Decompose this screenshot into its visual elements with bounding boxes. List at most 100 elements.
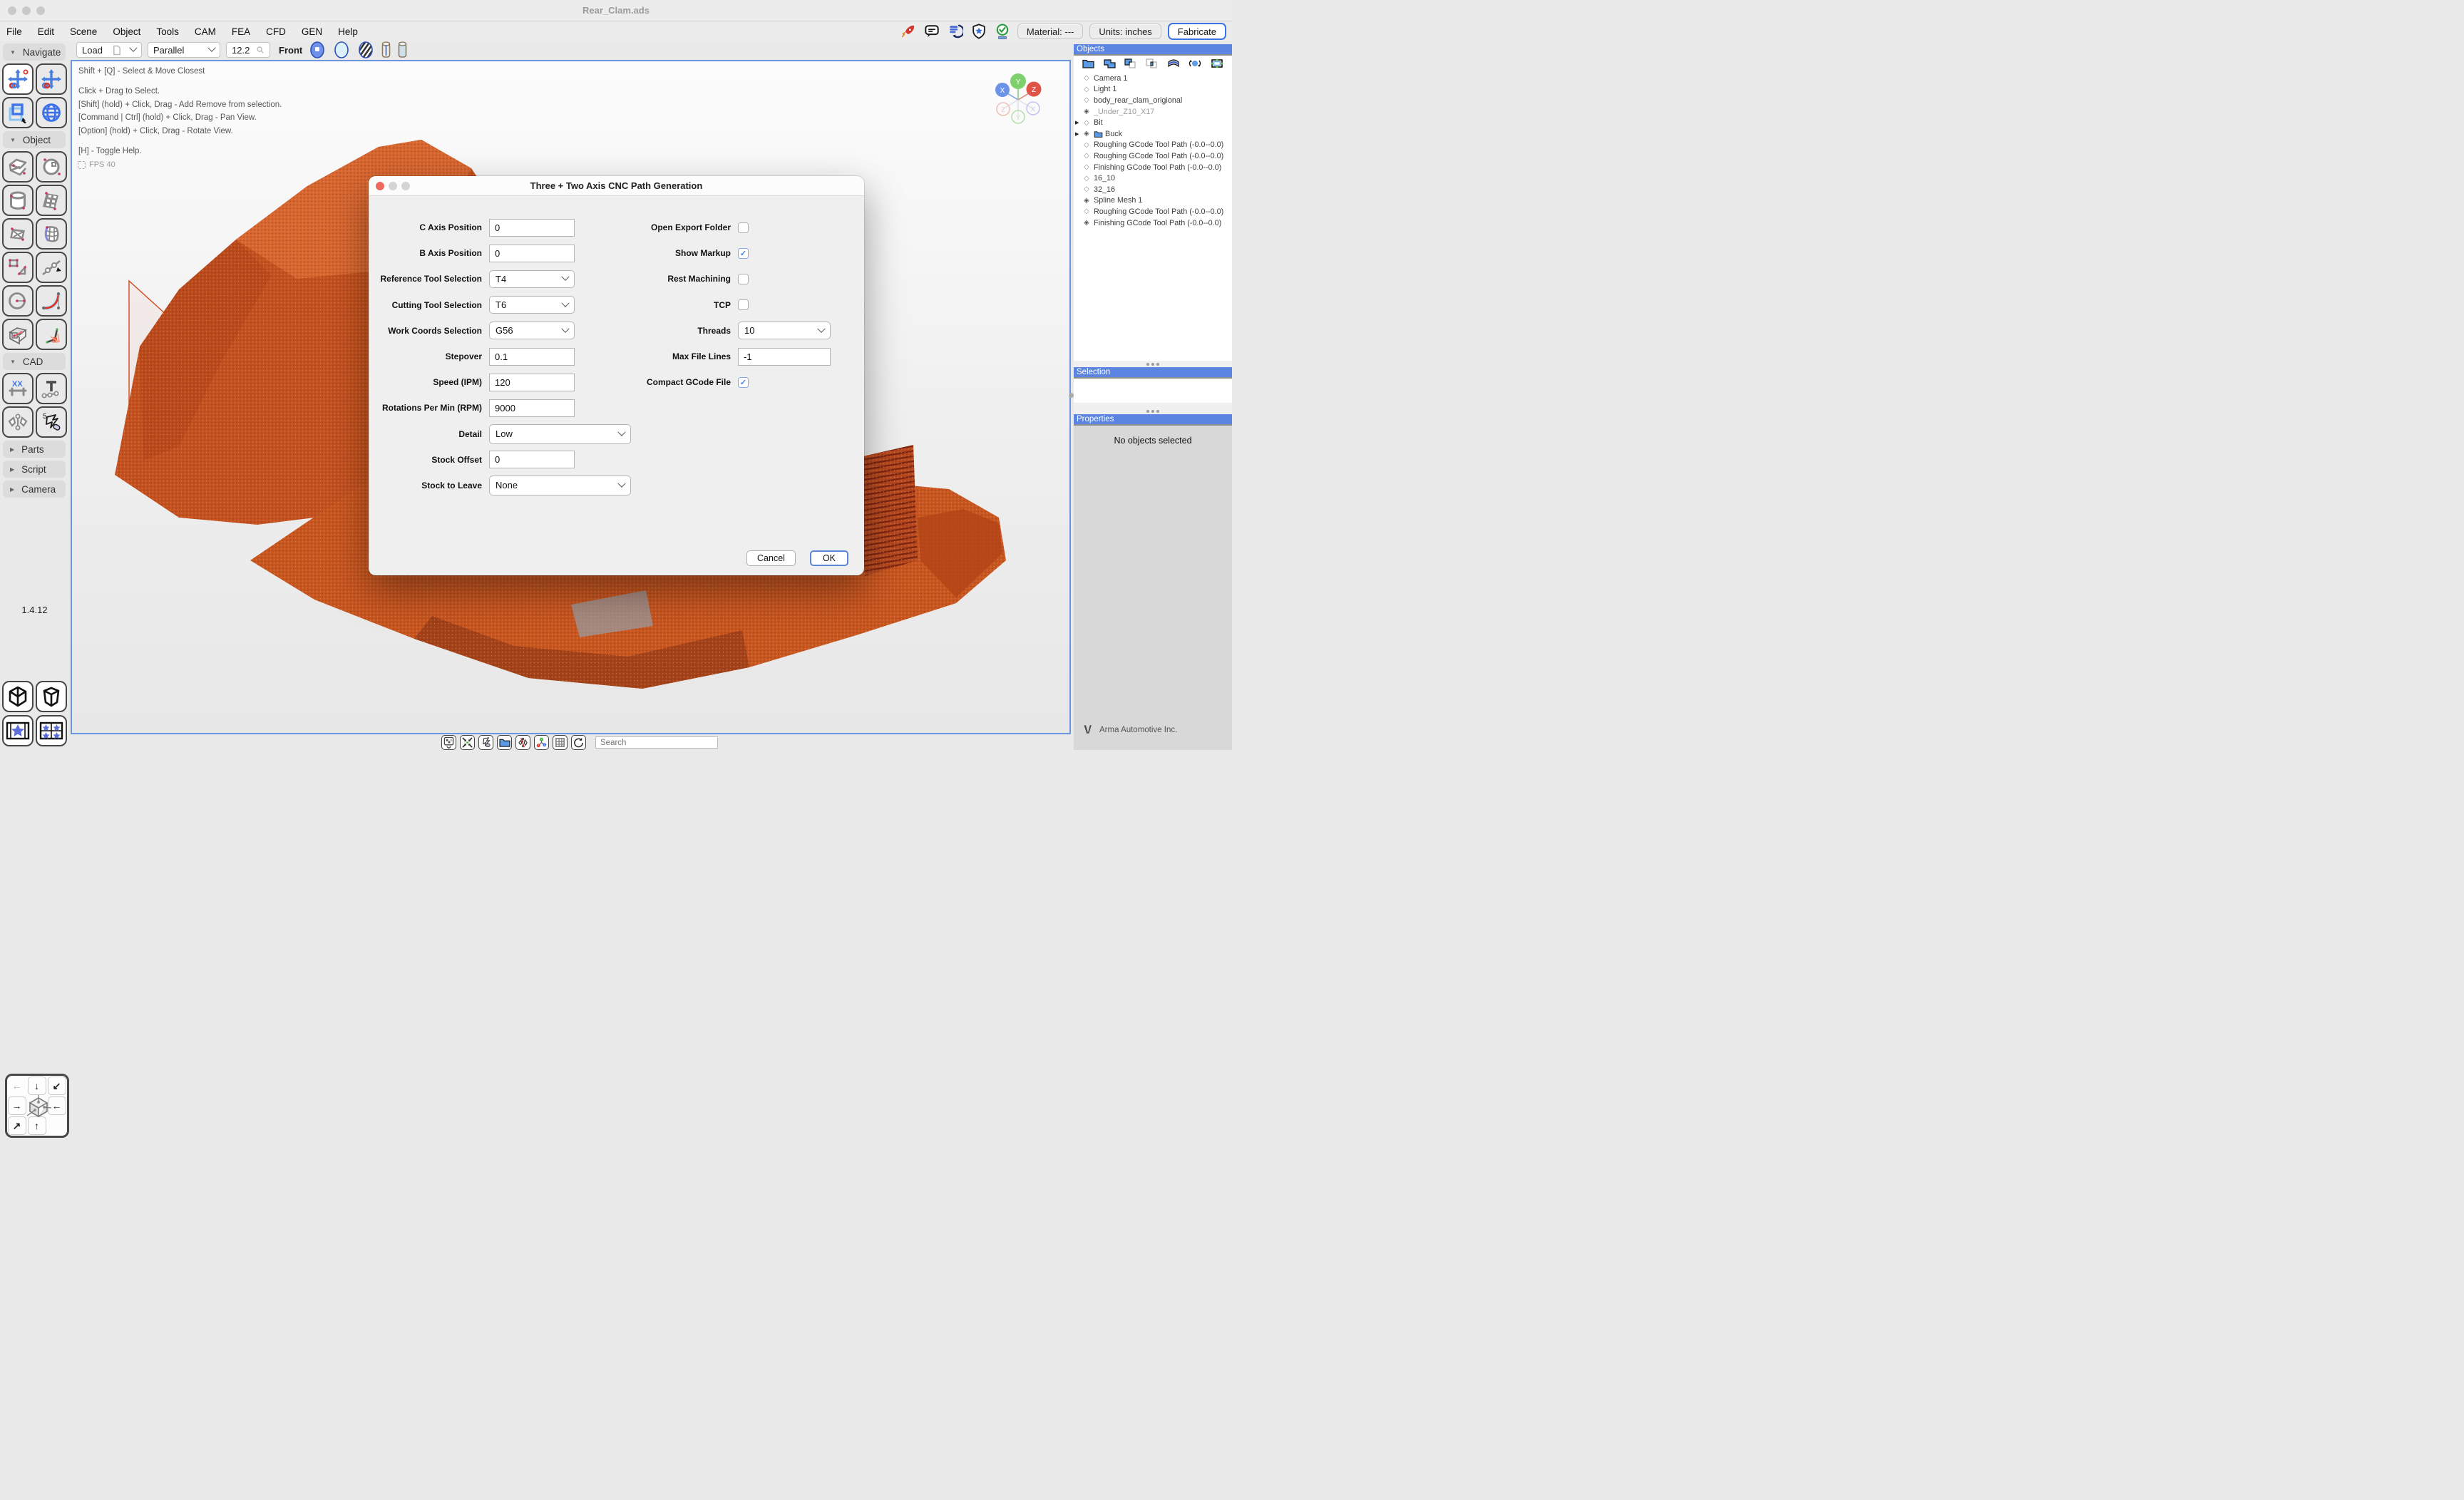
wireframe-view-icon[interactable]: [332, 41, 351, 59]
menu-cam[interactable]: CAM: [187, 26, 224, 37]
polyline-tool[interactable]: [2, 252, 34, 283]
tree-item-roughing-2[interactable]: ◇Roughing GCode Tool Path (-0.0--0.0): [1074, 150, 1232, 162]
sketch-mouse-icon[interactable]: [478, 735, 493, 750]
cancel-button[interactable]: Cancel: [746, 550, 796, 566]
menu-tools[interactable]: Tools: [148, 26, 187, 37]
menu-file[interactable]: File: [0, 26, 30, 37]
expand-arrow-icon[interactable]: ▶: [1075, 131, 1079, 137]
plane-tool[interactable]: [2, 218, 34, 250]
menu-object[interactable]: Object: [105, 26, 148, 37]
rpm-input[interactable]: [489, 399, 575, 417]
view-cube-icon[interactable]: [24, 1093, 53, 1125]
selection-panel-header[interactable]: Selection: [1074, 367, 1232, 379]
section-parts[interactable]: ▶Parts: [3, 441, 66, 458]
properties-panel-header[interactable]: Properties: [1074, 414, 1232, 426]
section-navigate[interactable]: ▼Navigate: [3, 43, 66, 61]
expand-arrow-icon[interactable]: ▶: [1075, 120, 1079, 125]
cad-joint-tool[interactable]: [36, 373, 67, 404]
selection-splitter[interactable]: [1074, 361, 1232, 367]
dialog-zoom-icon[interactable]: [401, 182, 410, 190]
zoom-field[interactable]: 12.2: [226, 42, 270, 58]
boolean-intersect-icon[interactable]: [1146, 58, 1158, 68]
section-camera[interactable]: ▶Camera: [3, 481, 66, 498]
tree-item-finishing-1[interactable]: ◇Finishing GCode Tool Path (-0.0--0.0): [1074, 162, 1232, 173]
objects-panel-header[interactable]: Objects: [1074, 44, 1232, 56]
tree-item-16-10[interactable]: ◇16_10: [1074, 173, 1232, 184]
point-light-tool[interactable]: [36, 319, 67, 350]
show-markup-checkbox[interactable]: ✓: [738, 248, 749, 259]
shield-star-icon[interactable]: [970, 23, 987, 40]
folder-icon[interactable]: [1082, 58, 1094, 68]
section-script[interactable]: ▶Script: [3, 461, 66, 478]
detail-select[interactable]: Low: [489, 424, 631, 444]
threads-select[interactable]: 10: [738, 322, 831, 339]
axes-gizmo-icon[interactable]: YZX: [534, 735, 549, 750]
cad-constraint-tool[interactable]: XX: [2, 373, 34, 404]
rest-machining-checkbox[interactable]: ✓: [738, 274, 749, 284]
circle-tool[interactable]: [2, 285, 34, 317]
fabricate-button[interactable]: Fabricate: [1168, 23, 1226, 40]
panel-splitter-handle[interactable]: [1069, 393, 1074, 398]
loft-surface-icon[interactable]: [1167, 58, 1180, 68]
tree-item-bit[interactable]: ▶◇Bit: [1074, 117, 1232, 128]
load-select[interactable]: Load: [76, 42, 142, 58]
shaded-view-icon[interactable]: [308, 41, 327, 59]
projection-select[interactable]: Parallel: [148, 42, 220, 58]
tree-item-32-16[interactable]: ◇32_16: [1074, 184, 1232, 195]
max-file-lines-input[interactable]: [738, 348, 831, 366]
grid-mesh-tool[interactable]: [36, 185, 67, 216]
tree-item-roughing-1[interactable]: ◇Roughing GCode Tool Path (-0.0--0.0): [1074, 140, 1232, 151]
tree-item-light-1[interactable]: ◇Light 1: [1074, 84, 1232, 96]
units-button[interactable]: Units: inches: [1089, 24, 1161, 39]
favorite-grid-button[interactable]: [36, 715, 67, 746]
snapshot-icon[interactable]: [441, 735, 456, 750]
tree-item-under-z10-x17[interactable]: ◈_Under_Z10_X17: [1074, 106, 1232, 118]
tree-item-buck[interactable]: ▶◈Buck: [1074, 128, 1232, 140]
folder-icon[interactable]: [497, 735, 512, 750]
move-tool[interactable]: [36, 63, 67, 95]
stock-offset-input[interactable]: [489, 451, 575, 468]
mirror-disable-icon[interactable]: [515, 735, 530, 750]
cylinder-primitive-tool[interactable]: [2, 185, 34, 216]
menu-cfd[interactable]: CFD: [258, 26, 294, 37]
orbit-globe-tool[interactable]: [36, 97, 67, 128]
box-primitive-tool[interactable]: [2, 151, 34, 183]
box-select-tool[interactable]: [2, 97, 34, 128]
search-input[interactable]: [595, 736, 718, 749]
ok-button[interactable]: OK: [810, 550, 848, 566]
bezier-curve-tool[interactable]: [36, 285, 67, 317]
rocket-icon[interactable]: [900, 23, 917, 40]
grid-icon[interactable]: [553, 735, 568, 750]
tool-axis-icon[interactable]: [381, 41, 391, 59]
menu-scene[interactable]: Scene: [62, 26, 105, 37]
open-export-folder-checkbox[interactable]: ✓: [738, 222, 749, 233]
tree-item-camera-1[interactable]: ◇Camera 1: [1074, 73, 1232, 84]
stock-to-leave-select[interactable]: None: [489, 476, 631, 495]
tree-item-finishing-2[interactable]: ◈Finishing GCode Tool Path (-0.0--0.0): [1074, 217, 1232, 229]
menu-gen[interactable]: GEN: [294, 26, 330, 37]
surface-offset-tool[interactable]: 5: [36, 406, 67, 438]
tree-item-body-rear-clam[interactable]: ◇body_rear_clam_origional: [1074, 95, 1232, 106]
verified-check-icon[interactable]: [994, 23, 1011, 40]
properties-splitter[interactable]: [1074, 408, 1232, 414]
move-closest-tool[interactable]: [2, 63, 34, 95]
dialog-close-icon[interactable]: [376, 182, 384, 190]
perspective-view-button[interactable]: [36, 681, 67, 712]
zebra-view-icon[interactable]: [356, 41, 375, 59]
favorite-view-button[interactable]: [2, 715, 34, 746]
dialog-minimize-icon[interactable]: [389, 182, 397, 190]
view-nav-pad[interactable]: ← ↓ ↙ → ← ↗ ↑: [5, 1074, 69, 1138]
tree-item-roughing-3[interactable]: ◇Roughing GCode Tool Path (-0.0--0.0): [1074, 206, 1232, 217]
boolean-union-icon[interactable]: [1104, 58, 1116, 68]
section-object[interactable]: ▼Object: [3, 131, 66, 148]
revolve-icon[interactable]: [1189, 58, 1201, 68]
stock-cylinder-icon[interactable]: [397, 41, 408, 59]
comment-icon[interactable]: [923, 23, 940, 40]
menu-edit[interactable]: Edit: [30, 26, 62, 37]
lathe-tool[interactable]: [36, 218, 67, 250]
bounding-box-icon[interactable]: [1211, 58, 1223, 68]
iso-view-button[interactable]: [2, 681, 34, 712]
section-cad[interactable]: ▼CAD: [3, 353, 66, 370]
refresh-icon[interactable]: [571, 735, 586, 750]
center-view-icon[interactable]: [460, 735, 475, 750]
